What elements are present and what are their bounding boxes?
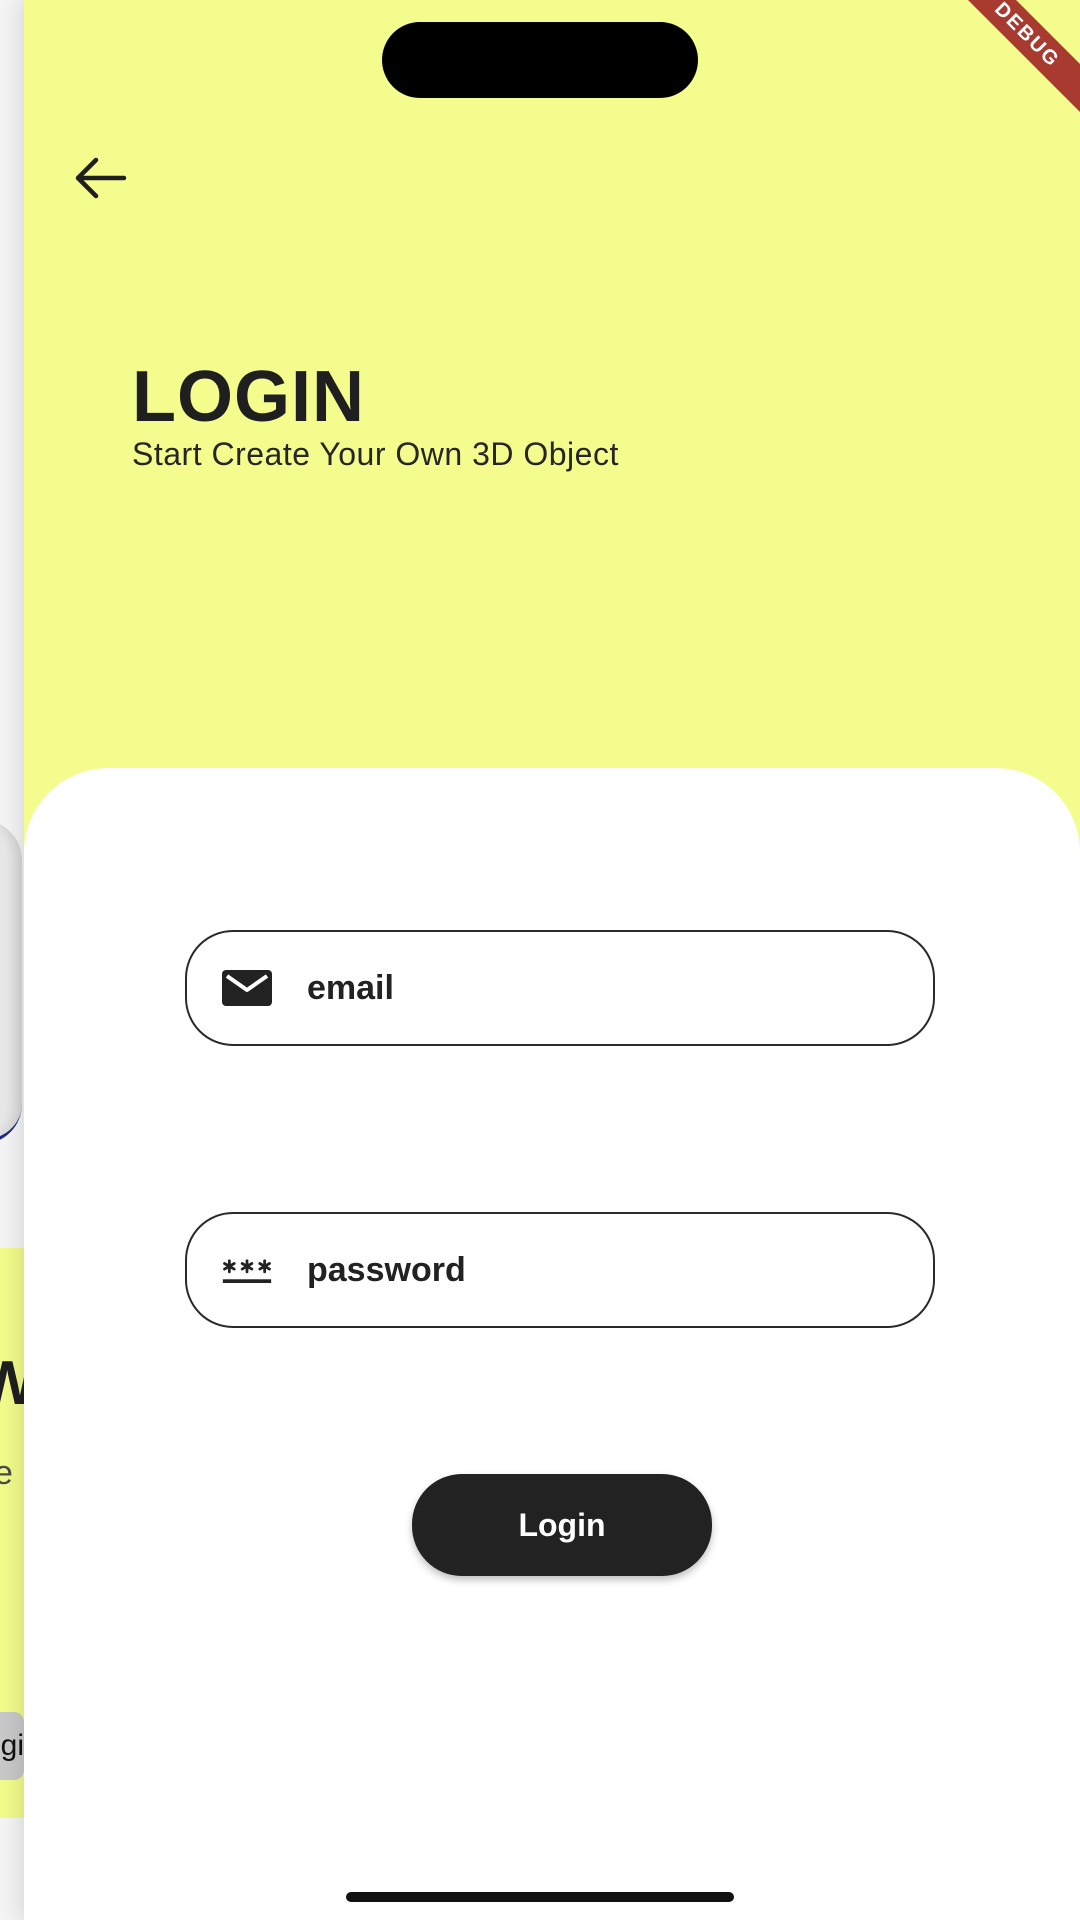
- back-button[interactable]: [60, 150, 140, 210]
- background-partial-subtitle: e: [0, 1454, 13, 1492]
- password-field[interactable]: password: [185, 1212, 935, 1328]
- background-partial-title: W: [0, 1348, 24, 1419]
- email-input[interactable]: email: [307, 969, 394, 1008]
- mail-icon: [221, 968, 273, 1008]
- debug-banner: DEBUG: [940, 0, 1080, 122]
- background-partial-button: gi: [0, 1712, 24, 1780]
- login-form-sheet: email password Login: [24, 768, 1080, 1920]
- background-page: W e gi: [0, 0, 24, 1920]
- login-screen: DEBUG LOGIN Start Create Your Own 3D Obj…: [24, 0, 1080, 1920]
- arrow-left-icon: [72, 156, 128, 205]
- password-input[interactable]: password: [307, 1251, 466, 1290]
- app-page: W e gi DEBUG LOGIN Start Create Your Own…: [0, 0, 1080, 1920]
- page-title: LOGIN: [132, 357, 365, 437]
- login-button[interactable]: Login: [412, 1474, 712, 1576]
- background-device-image: [0, 820, 22, 1144]
- email-field[interactable]: email: [185, 930, 935, 1046]
- home-indicator: [346, 1892, 734, 1902]
- password-icon: [221, 1250, 273, 1290]
- page-subtitle: Start Create Your Own 3D Object: [132, 436, 619, 472]
- dynamic-island: [382, 22, 698, 98]
